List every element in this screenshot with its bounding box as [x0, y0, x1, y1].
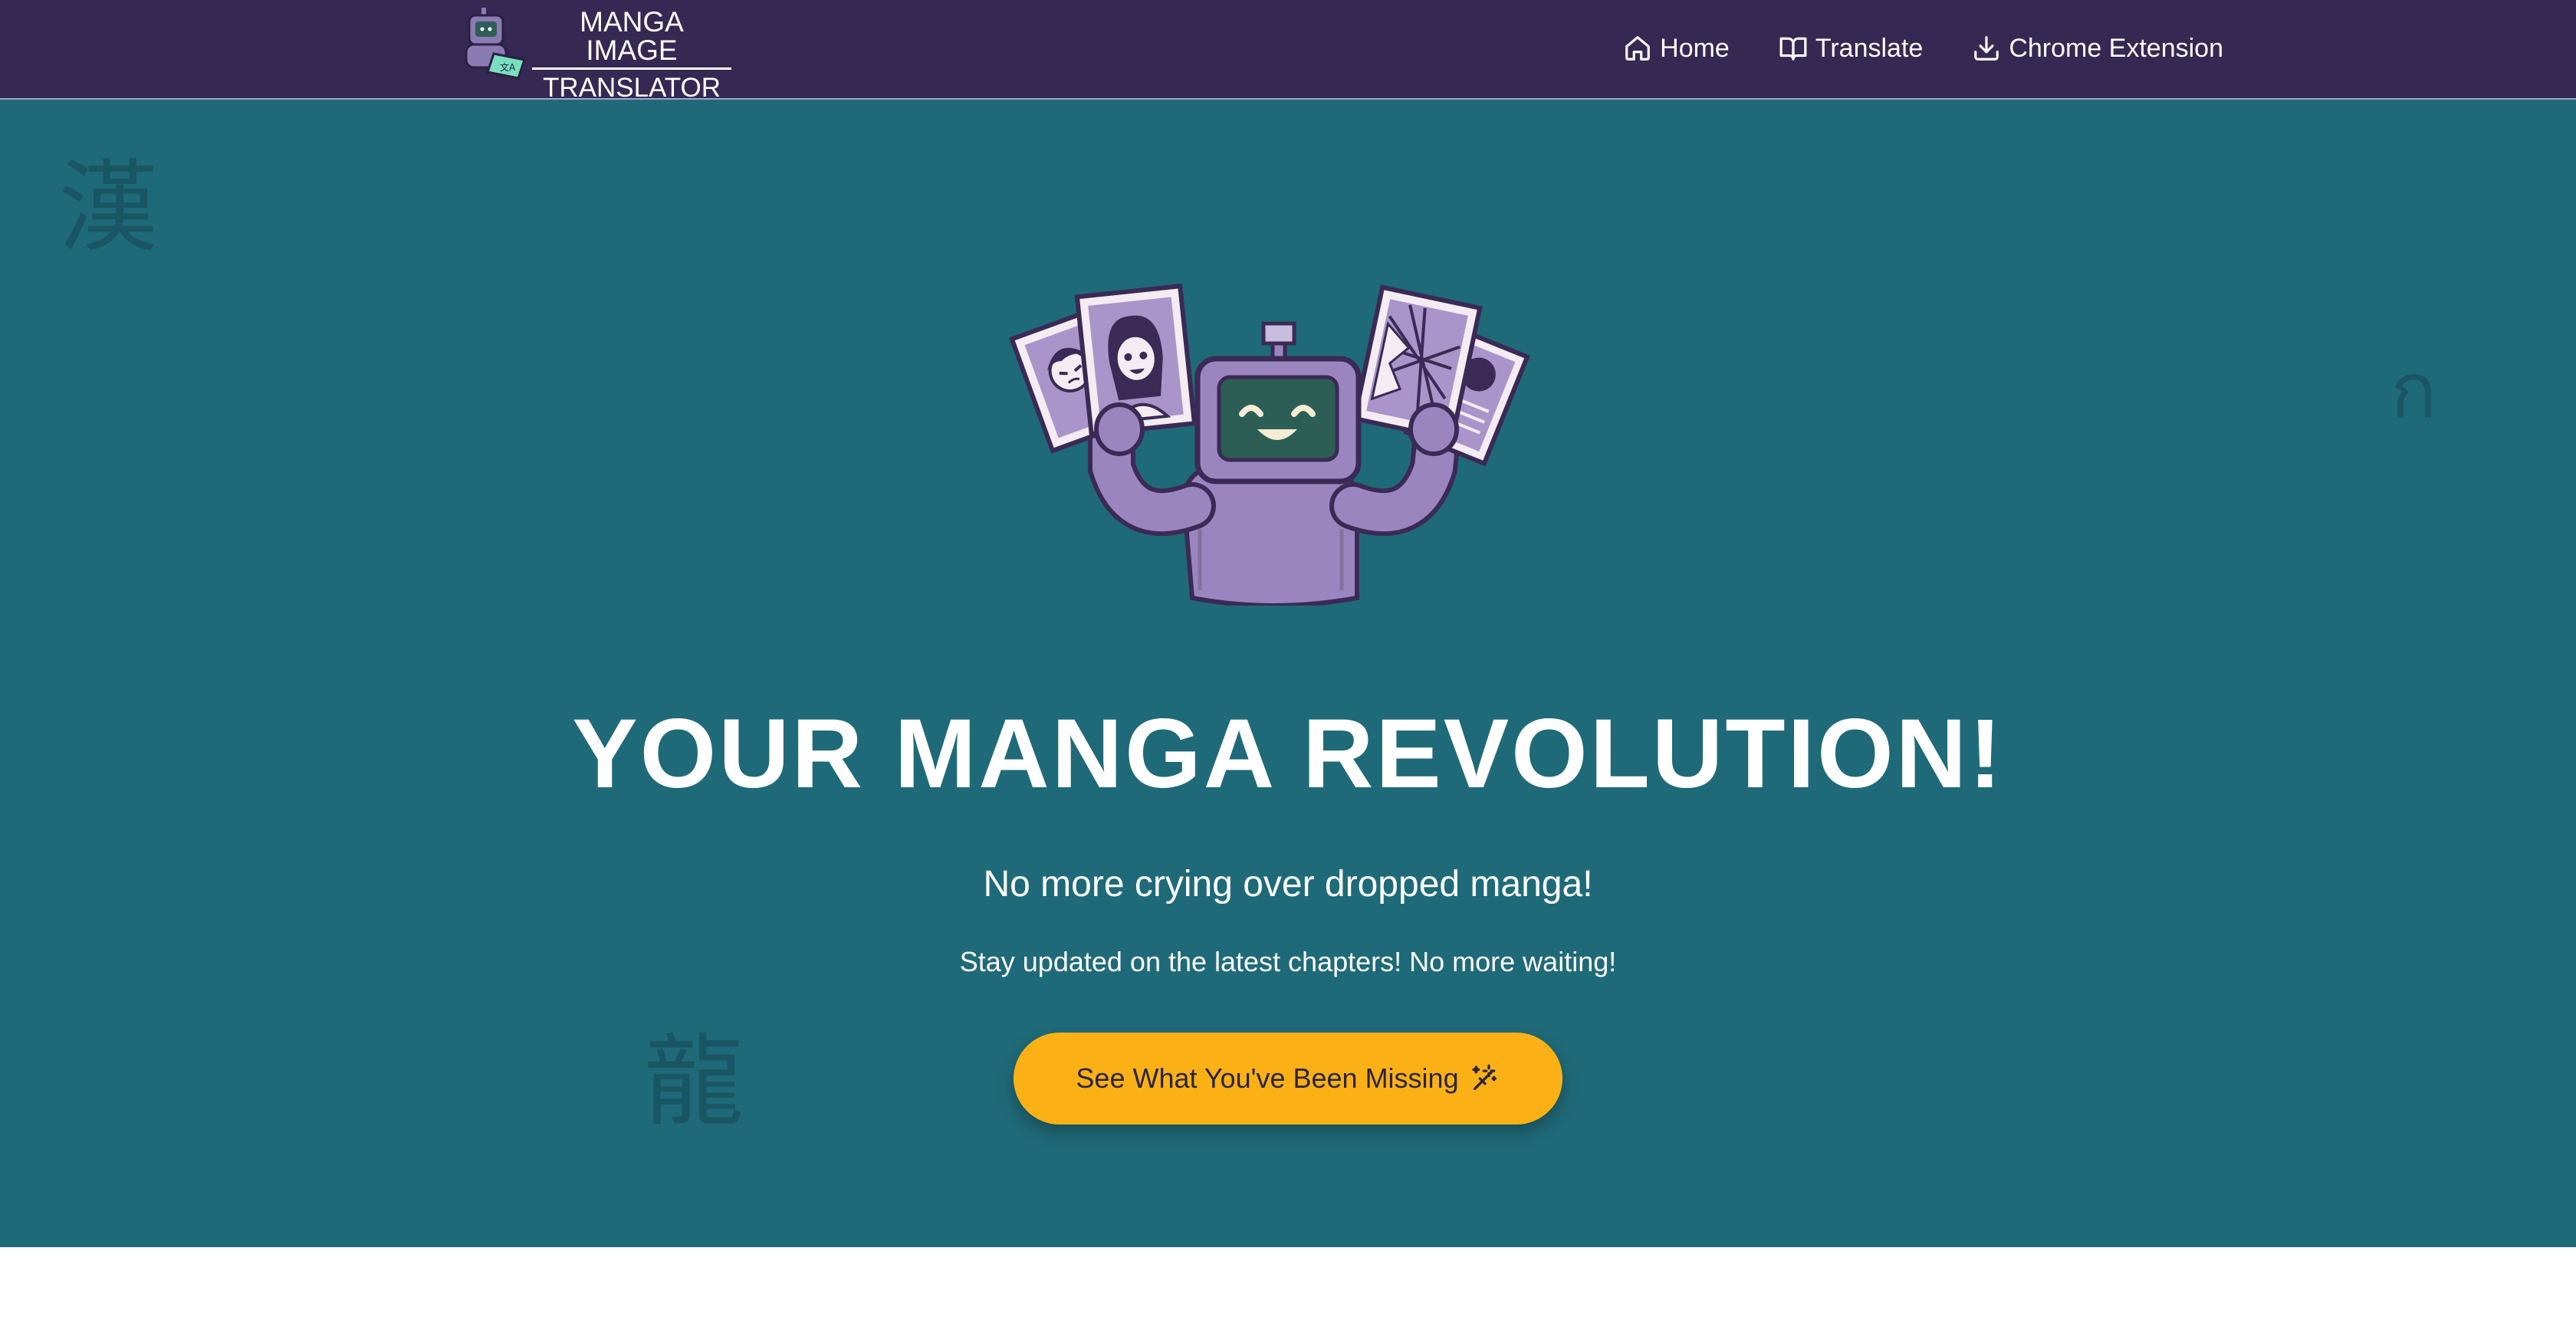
- background-glyph-kanji: 漢: [58, 149, 159, 266]
- nav-translate-link[interactable]: Translate: [1779, 34, 1923, 64]
- nav-chrome-extension-label: Chrome Extension: [2009, 33, 2223, 63]
- background-glyph-dragon: 龍: [644, 1023, 744, 1140]
- logo-line-1: MANGA IMAGE: [532, 8, 731, 70]
- nav-translate-label: Translate: [1815, 33, 1924, 63]
- see-what-missing-button[interactable]: See What You've Been Missing: [1014, 1033, 1562, 1125]
- logo-wordmark: MANGA IMAGE TRANSLATOR: [532, 8, 731, 101]
- nav-home-link[interactable]: Home: [1623, 34, 1730, 64]
- robot-logo-icon: 文A: [465, 8, 526, 80]
- svg-text:文A: 文A: [500, 61, 516, 73]
- top-nav-bar: 文A MANGA IMAGE TRANSLATOR Home Translate: [0, 0, 2576, 101]
- book-open-icon: [1779, 37, 1807, 61]
- hero-tagline: Stay updated on the latest chapters! No …: [959, 946, 1617, 977]
- home-icon: [1625, 36, 1650, 61]
- site-logo[interactable]: 文A MANGA IMAGE TRANSLATOR: [460, 6, 731, 101]
- download-icon: [1974, 36, 1999, 61]
- nav-chrome-extension-link[interactable]: Chrome Extension: [1972, 34, 2223, 64]
- cta-label: See What You've Been Missing: [1076, 1062, 1459, 1094]
- background-glyph-thai: ก: [2390, 346, 2437, 435]
- robot-mascot-illustration: [1009, 283, 1531, 606]
- hero-section: 漢 ก 龍 YOUR MANGA REVOLUTION! No more cry…: [0, 100, 2576, 1247]
- magic-wand-icon: [1471, 1064, 1497, 1090]
- nav-home-label: Home: [1660, 33, 1730, 63]
- hero-subheading: No more crying over dropped manga!: [983, 864, 1593, 905]
- main-nav: Home Translate Chrome Extension: [1574, 31, 2223, 66]
- hero-headline: YOUR MANGA REVOLUTION!: [572, 699, 2004, 809]
- logo-line-2: TRANSLATOR: [542, 73, 721, 103]
